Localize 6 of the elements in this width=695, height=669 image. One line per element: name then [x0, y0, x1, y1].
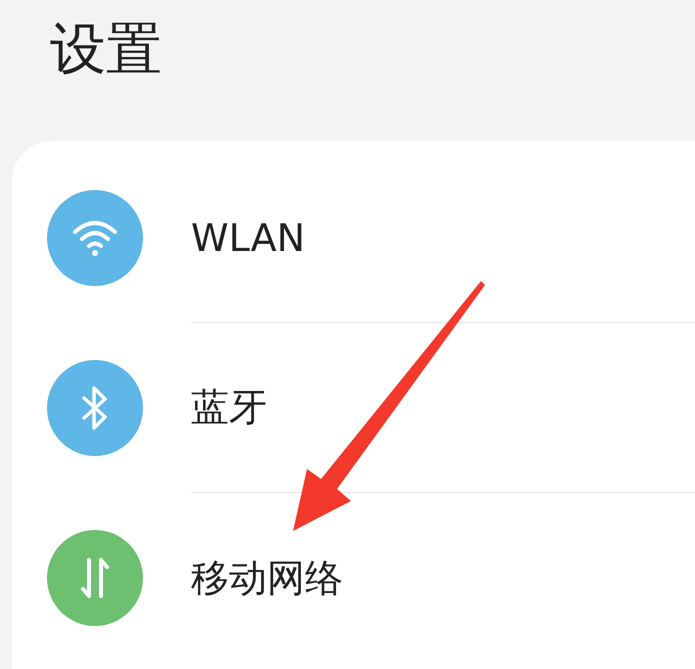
settings-item-label[interactable]: 移动网络	[191, 552, 343, 604]
page-title: 设置	[49, 16, 163, 84]
wifi-icon	[72, 218, 118, 258]
bluetooth-icon	[81, 385, 109, 431]
settings-item-label[interactable]: WLAN	[191, 216, 306, 260]
settings-item-label[interactable]: 蓝牙	[191, 382, 267, 433]
